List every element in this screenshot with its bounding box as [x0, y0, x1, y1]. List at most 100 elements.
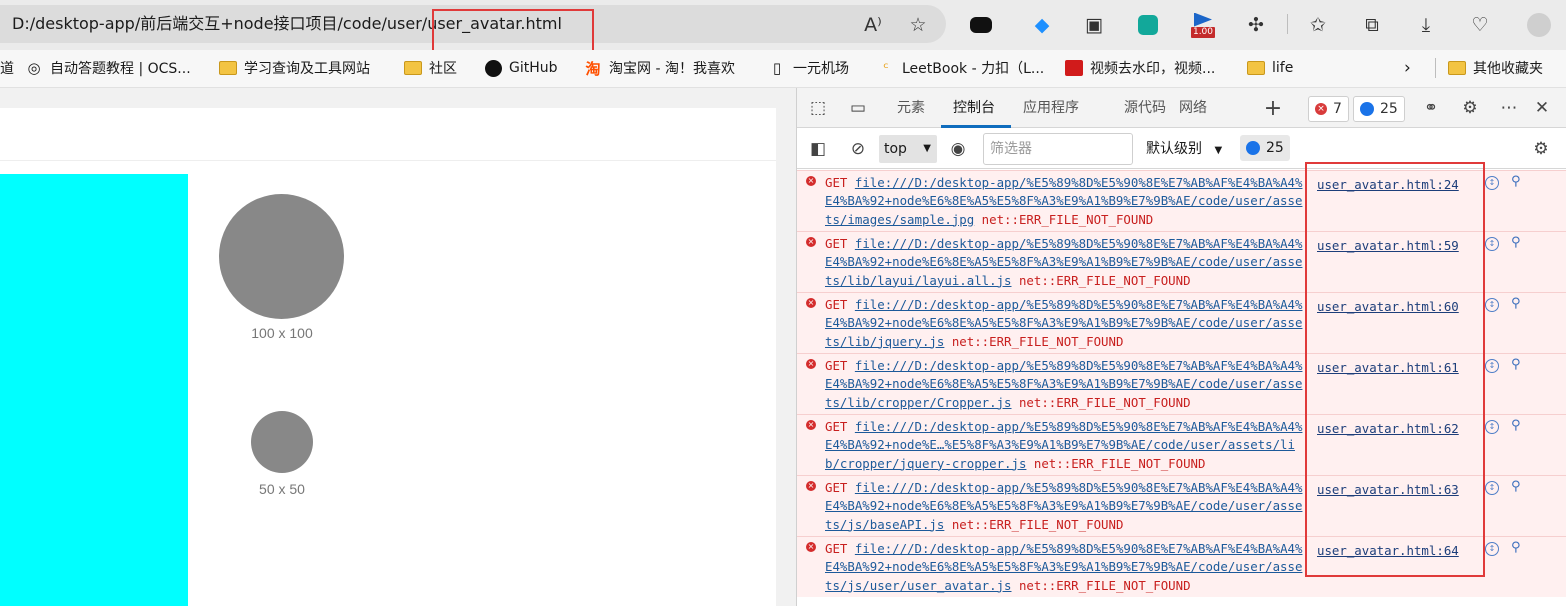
request-method: GET: [825, 541, 848, 556]
console-error-message: GET file:///D:/desktop-app/%E5%89%8D%E5%…: [825, 235, 1307, 290]
cropper-image-area[interactable]: [0, 174, 188, 606]
collections-icon[interactable]: ⧉: [1359, 12, 1385, 38]
console-error-message: GET file:///D:/desktop-app/%E5%89%8D%E5%…: [825, 418, 1307, 473]
console-error-message: GET file:///D:/desktop-app/%E5%89%8D%E5%…: [825, 174, 1307, 229]
folder-icon: [1247, 59, 1265, 77]
url-filename-highlight: [432, 9, 594, 52]
extension-teal-icon[interactable]: [1135, 12, 1161, 38]
bookmark-taobao[interactable]: 淘 淘宝网 - 淘！我喜欢: [584, 50, 734, 86]
error-circle-icon: ×: [806, 542, 816, 552]
search-icon[interactable]: ⚲: [1511, 357, 1521, 372]
search-icon[interactable]: ⚲: [1511, 235, 1521, 250]
error-count-badge[interactable]: × 7: [1308, 96, 1349, 122]
inspect-element-icon[interactable]: ⬚: [806, 97, 830, 119]
request-method: GET: [825, 175, 848, 190]
message-count-badge[interactable]: 25: [1353, 96, 1405, 122]
extensions-puzzle-icon[interactable]: ✣: [1243, 12, 1269, 38]
search-icon[interactable]: ⚲: [1511, 174, 1521, 189]
downloads-icon[interactable]: ⤓: [1413, 12, 1439, 38]
browser-title-bar: D:/desktop-app/前后端交互+node接口项目/code/user/…: [0, 0, 1566, 50]
devtools-tab-bar: ⬚ ▭ 元素 控制台 应用程序 源代码 网络 + × 7 25 ⚭ ⚙ ⋯ ✕: [797, 88, 1566, 128]
clear-console-icon[interactable]: ⊘: [846, 138, 870, 160]
taobao-icon: 淘: [585, 59, 601, 78]
network-request-icon[interactable]: ↕: [1485, 237, 1499, 251]
collections-extension-icon[interactable]: ▣: [1081, 12, 1107, 38]
error-code: net::ERR_FILE_NOT_FOUND: [1018, 577, 1191, 593]
more-options-icon[interactable]: ⋯: [1497, 97, 1521, 119]
console-settings-gear-icon[interactable]: ⚙: [1529, 138, 1553, 160]
devtools-settings-gear-icon[interactable]: ⚙: [1458, 97, 1482, 119]
network-request-icon[interactable]: ↕: [1485, 359, 1499, 373]
search-icon[interactable]: ⚲: [1511, 479, 1521, 494]
network-request-icon[interactable]: ↕: [1485, 481, 1499, 495]
tab-elements[interactable]: 元素: [897, 88, 925, 128]
device-emulation-icon[interactable]: ▭: [846, 97, 870, 119]
message-icon: [1360, 102, 1374, 116]
search-icon[interactable]: ⚲: [1511, 418, 1521, 433]
avatar-card: 100 x 100 50 x 50: [0, 108, 776, 606]
network-request-icon[interactable]: ↕: [1485, 420, 1499, 434]
tab-application[interactable]: 应用程序: [1023, 88, 1079, 128]
bookmarks-divider: [1435, 58, 1436, 78]
request-method: GET: [825, 297, 848, 312]
page-viewport: 100 x 100 50 x 50: [0, 88, 796, 606]
caret-down-icon: ▼: [1214, 145, 1223, 156]
toolbar-message-count[interactable]: 25: [1240, 135, 1290, 161]
favorites-icon[interactable]: ✩: [1305, 12, 1331, 38]
error-circle-icon: ×: [806, 481, 816, 491]
extension-mask-icon[interactable]: [968, 12, 994, 38]
tab-network[interactable]: 网络: [1179, 88, 1207, 128]
page-icon: ▯: [772, 59, 782, 77]
toolbar-divider: [1287, 14, 1288, 34]
error-circle-icon: ×: [806, 420, 816, 430]
more-tabs-plus-icon[interactable]: +: [1261, 96, 1285, 121]
bookmark-life-folder[interactable]: life: [1247, 50, 1293, 86]
error-code: net::ERR_FILE_NOT_FOUND: [981, 211, 1154, 227]
github-icon: [484, 59, 502, 77]
request-method: GET: [825, 419, 848, 434]
network-request-icon[interactable]: ↕: [1485, 542, 1499, 556]
bookmark-leetbook[interactable]: ᶜ LeetBook - 力扣（L...: [877, 50, 1044, 86]
request-method: GET: [825, 358, 848, 373]
network-request-icon[interactable]: ↕: [1485, 176, 1499, 190]
close-devtools-icon[interactable]: ✕: [1530, 97, 1554, 119]
network-request-icon[interactable]: ↕: [1485, 298, 1499, 312]
tab-console[interactable]: 控制台: [953, 88, 995, 128]
connect-device-icon[interactable]: ⚭: [1419, 97, 1443, 119]
bookmark-study-folder[interactable]: 学习查询及工具网站: [219, 50, 370, 86]
request-method: GET: [825, 480, 848, 495]
context-selector[interactable]: top ▼: [879, 135, 937, 163]
bookmark-video-watermark[interactable]: 视频去水印，视频...: [1065, 50, 1215, 86]
extension-speed-badge: 1.00: [1190, 26, 1216, 38]
search-icon[interactable]: ⚲: [1511, 540, 1521, 555]
folder-icon: [1448, 59, 1466, 77]
bookmarks-overflow-chevron-icon[interactable]: ›: [1404, 50, 1411, 86]
avatar-preview-large: [219, 194, 344, 319]
error-circle-icon: ×: [806, 176, 816, 186]
tab-sources[interactable]: 源代码: [1124, 88, 1166, 128]
search-icon[interactable]: ⚲: [1511, 296, 1521, 311]
bookmark-airport[interactable]: ▯ 一元机场: [768, 50, 849, 86]
sidebar-toggle-icon[interactable]: ◧: [806, 138, 830, 160]
card-header-divider: [0, 160, 776, 161]
bookmark-ocs[interactable]: ◎ 自动答题教程 | OCS...: [25, 50, 190, 86]
bookmark-github[interactable]: GitHub: [484, 50, 558, 86]
extension-bird-icon[interactable]: ◆: [1029, 12, 1055, 38]
profile-avatar[interactable]: [1526, 12, 1552, 38]
bookmark-community-folder[interactable]: 社区: [404, 50, 457, 86]
extension-speed-icon[interactable]: 1.00: [1189, 10, 1217, 40]
console-filter-input[interactable]: 筛选器: [983, 133, 1133, 165]
source-links-highlight: [1305, 162, 1485, 577]
error-code: net::ERR_FILE_NOT_FOUND: [951, 516, 1124, 532]
read-aloud-icon[interactable]: A⁾: [860, 12, 886, 38]
bookmark-cut-off[interactable]: 道: [0, 50, 14, 86]
browser-health-icon[interactable]: ♡: [1467, 12, 1493, 38]
ocs-icon: ◎: [27, 59, 41, 77]
video-icon: [1065, 59, 1083, 77]
active-tab-indicator: [941, 125, 1011, 128]
preview-small-caption: 50 x 50: [259, 481, 305, 497]
live-expression-eye-icon[interactable]: ◉: [946, 138, 970, 160]
log-levels-dropdown[interactable]: 默认级别 ▼: [1146, 135, 1222, 163]
bookmark-other-favorites[interactable]: 其他收藏夹: [1448, 50, 1543, 86]
add-favorite-icon[interactable]: ☆: [905, 12, 931, 38]
